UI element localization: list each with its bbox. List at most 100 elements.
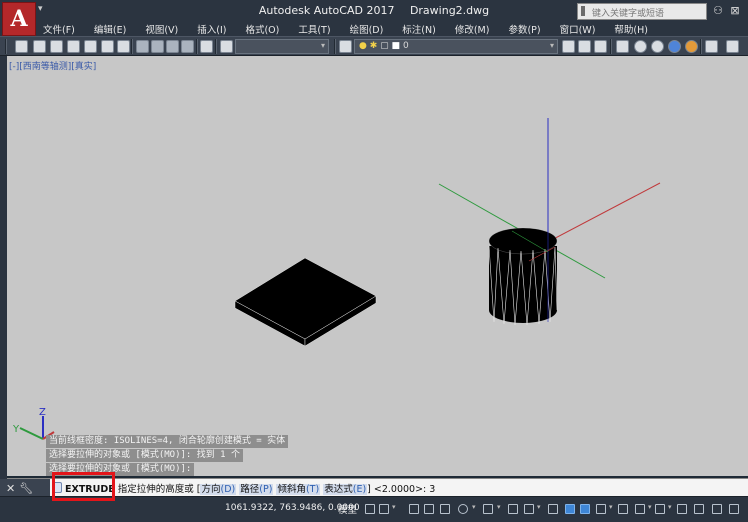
solid-icon[interactable] [50, 40, 63, 53]
layer-icon[interactable] [220, 40, 233, 53]
material-icon[interactable] [634, 40, 647, 53]
option-expression[interactable]: 表达式(E) [323, 484, 368, 495]
render-window-icon[interactable] [726, 40, 739, 53]
command-prompt-icon[interactable] [52, 482, 62, 493]
drawing-viewport[interactable]: [-][西南等轴测][真实] Z Y X [7, 56, 748, 476]
option-taper-angle[interactable]: 倾斜角(T) [276, 484, 321, 495]
command-line[interactable]: ✕ 🔧︎ EXTRUDE 指定拉伸的高度或 [方向(D) 路径(P) 倾斜角(T… [0, 478, 748, 497]
toolbar-separator [215, 39, 217, 54]
transparency-icon[interactable] [565, 504, 575, 514]
layer-state-icon[interactable] [578, 40, 591, 53]
flat-box-solid[interactable] [234, 257, 377, 347]
chevron-down-icon[interactable]: ▾ [392, 503, 396, 511]
search-input[interactable]: 键入关键字或短语 [577, 3, 707, 20]
object-snap-tracking-icon[interactable] [508, 504, 518, 514]
exchange-icon[interactable]: ⊠ [728, 4, 742, 18]
chevron-down-icon[interactable]: ▾ [609, 503, 613, 511]
selection-filter-icon[interactable] [635, 504, 645, 514]
menu-view[interactable]: 视图(V) [145, 22, 178, 36]
globe-icon[interactable] [668, 40, 681, 53]
color-swatch-icon: ■ [391, 41, 401, 51]
chevron-down-icon[interactable]: ▾ [648, 503, 652, 511]
solid-icon[interactable] [101, 40, 114, 53]
auto-scale-icon[interactable] [712, 504, 722, 514]
chevron-down-icon[interactable]: ▾ [472, 503, 476, 511]
layer-combo[interactable]: ● ✱ ▢ ■ 0 ▾ [354, 39, 558, 54]
annotation-scale-icon[interactable] [694, 504, 704, 514]
object-snap-icon[interactable] [524, 504, 534, 514]
render-region-icon[interactable] [705, 40, 718, 53]
option-direction[interactable]: 方向(D) [200, 484, 237, 495]
snap-icon[interactable] [379, 504, 389, 514]
dynamic-input-icon[interactable] [424, 504, 434, 514]
box-solid-icon[interactable] [15, 40, 28, 53]
title-bar: A ▾ Autodesk AutoCAD 2017 Drawing2.dwg 键… [0, 0, 748, 36]
menu-window[interactable]: 窗口(W) [560, 22, 596, 36]
chevron-down-icon[interactable]: ▾ [537, 503, 541, 511]
layer-properties-icon[interactable] [339, 40, 352, 53]
polar-tracking-icon[interactable] [458, 504, 468, 514]
chevron-down-icon[interactable]: ▾ [497, 503, 501, 511]
search-bar-icon [581, 6, 585, 16]
command-history-line: 当前线框密度: ISOLINES=4, 闭合轮廓创建模式 = 实体 [46, 435, 289, 448]
option-path[interactable]: 路径(P) [239, 484, 274, 495]
chevron-down-icon: ▾ [549, 41, 554, 50]
search-placeholder: 键入关键字或短语 [592, 9, 665, 19]
layer-state-icon[interactable] [594, 40, 607, 53]
ortho-icon[interactable] [440, 504, 450, 514]
ucs-y-label: Y [12, 424, 20, 435]
user-icon[interactable]: ⚇ [711, 4, 725, 18]
visual-style-icon[interactable] [151, 40, 164, 53]
layer-state-icon[interactable] [562, 40, 575, 53]
menu-dimension[interactable]: 标注(N) [402, 22, 436, 36]
material-icon[interactable] [651, 40, 664, 53]
cylinder-solid[interactable] [488, 227, 558, 326]
grid-icon[interactable] [365, 504, 375, 514]
visual-style-icon[interactable] [166, 40, 179, 53]
toolbar-separator [610, 39, 612, 54]
toolbar-grip[interactable] [5, 39, 7, 54]
model-space-tab[interactable]: 模型 [338, 502, 357, 516]
ucs-z-label: Z [39, 407, 46, 418]
menu-edit[interactable]: 编辑(E) [94, 22, 126, 36]
command-input[interactable]: EXTRUDE 指定拉伸的高度或 [方向(D) 路径(P) 倾斜角(T) 表达式… [65, 481, 435, 495]
visual-style-icon[interactable] [136, 40, 149, 53]
solid-icon[interactable] [33, 40, 46, 53]
infer-constraints-icon[interactable] [409, 504, 419, 514]
command-prompt-text: 指定拉伸的高度或 [ [117, 484, 201, 495]
solid-icon[interactable] [67, 40, 80, 53]
visual-style-icon[interactable] [181, 40, 194, 53]
wrench-icon[interactable]: 🔧︎ [19, 482, 33, 495]
annotation-visibility-icon[interactable] [677, 504, 687, 514]
lock-icon: ▢ [380, 41, 389, 51]
toolbar-separator [700, 39, 702, 54]
isodraft-icon[interactable] [483, 504, 493, 514]
workspace-icon[interactable] [729, 504, 739, 514]
menu-help[interactable]: 帮助(H) [614, 22, 648, 36]
menu-format[interactable]: 格式(O) [245, 22, 279, 36]
render-icon[interactable] [616, 40, 629, 53]
command-line-controls: ✕ 🔧︎ [0, 479, 50, 497]
solid-icon[interactable] [84, 40, 97, 53]
menu-parameter[interactable]: 参数(P) [508, 22, 540, 36]
autocad-logo-icon[interactable]: A [2, 2, 36, 36]
menu-modify[interactable]: 修改(M) [455, 22, 490, 36]
solid-icon[interactable] [117, 40, 130, 53]
chevron-down-icon[interactable]: ▾ [668, 503, 672, 511]
visual-style-combo[interactable]: ▾ [235, 39, 329, 54]
close-icon[interactable]: ✕ [6, 482, 15, 495]
lineweight-icon[interactable] [548, 504, 558, 514]
command-typed-input[interactable]: 3 [429, 484, 435, 495]
gizmo-icon[interactable] [655, 504, 665, 514]
3d-osnap-icon[interactable] [596, 504, 606, 514]
selection-cycling-icon[interactable] [580, 504, 590, 514]
sun-light-icon[interactable] [685, 40, 698, 53]
menu-insert[interactable]: 插入(I) [197, 22, 226, 36]
menu-draw[interactable]: 绘图(D) [350, 22, 384, 36]
dynamic-ucs-icon[interactable] [618, 504, 628, 514]
menu-file[interactable]: 文件(F) [43, 22, 75, 36]
toolbar-separator [131, 39, 133, 54]
menu-tools[interactable]: 工具(T) [298, 22, 330, 36]
file-name: Drawing2.dwg [409, 4, 490, 17]
camera-icon[interactable] [200, 40, 213, 53]
